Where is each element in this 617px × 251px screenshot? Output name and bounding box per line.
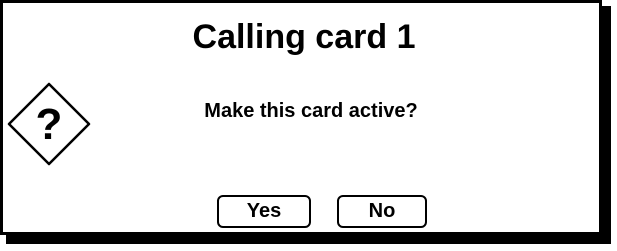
yes-button[interactable]: Yes [217, 195, 311, 228]
dialog-title: Calling card 1 [192, 18, 416, 56]
no-button[interactable]: No [337, 195, 427, 228]
question-diamond-icon: ? [7, 82, 91, 166]
dialog-shadow [6, 235, 611, 244]
dialog-message: Make this card active? [204, 100, 418, 122]
